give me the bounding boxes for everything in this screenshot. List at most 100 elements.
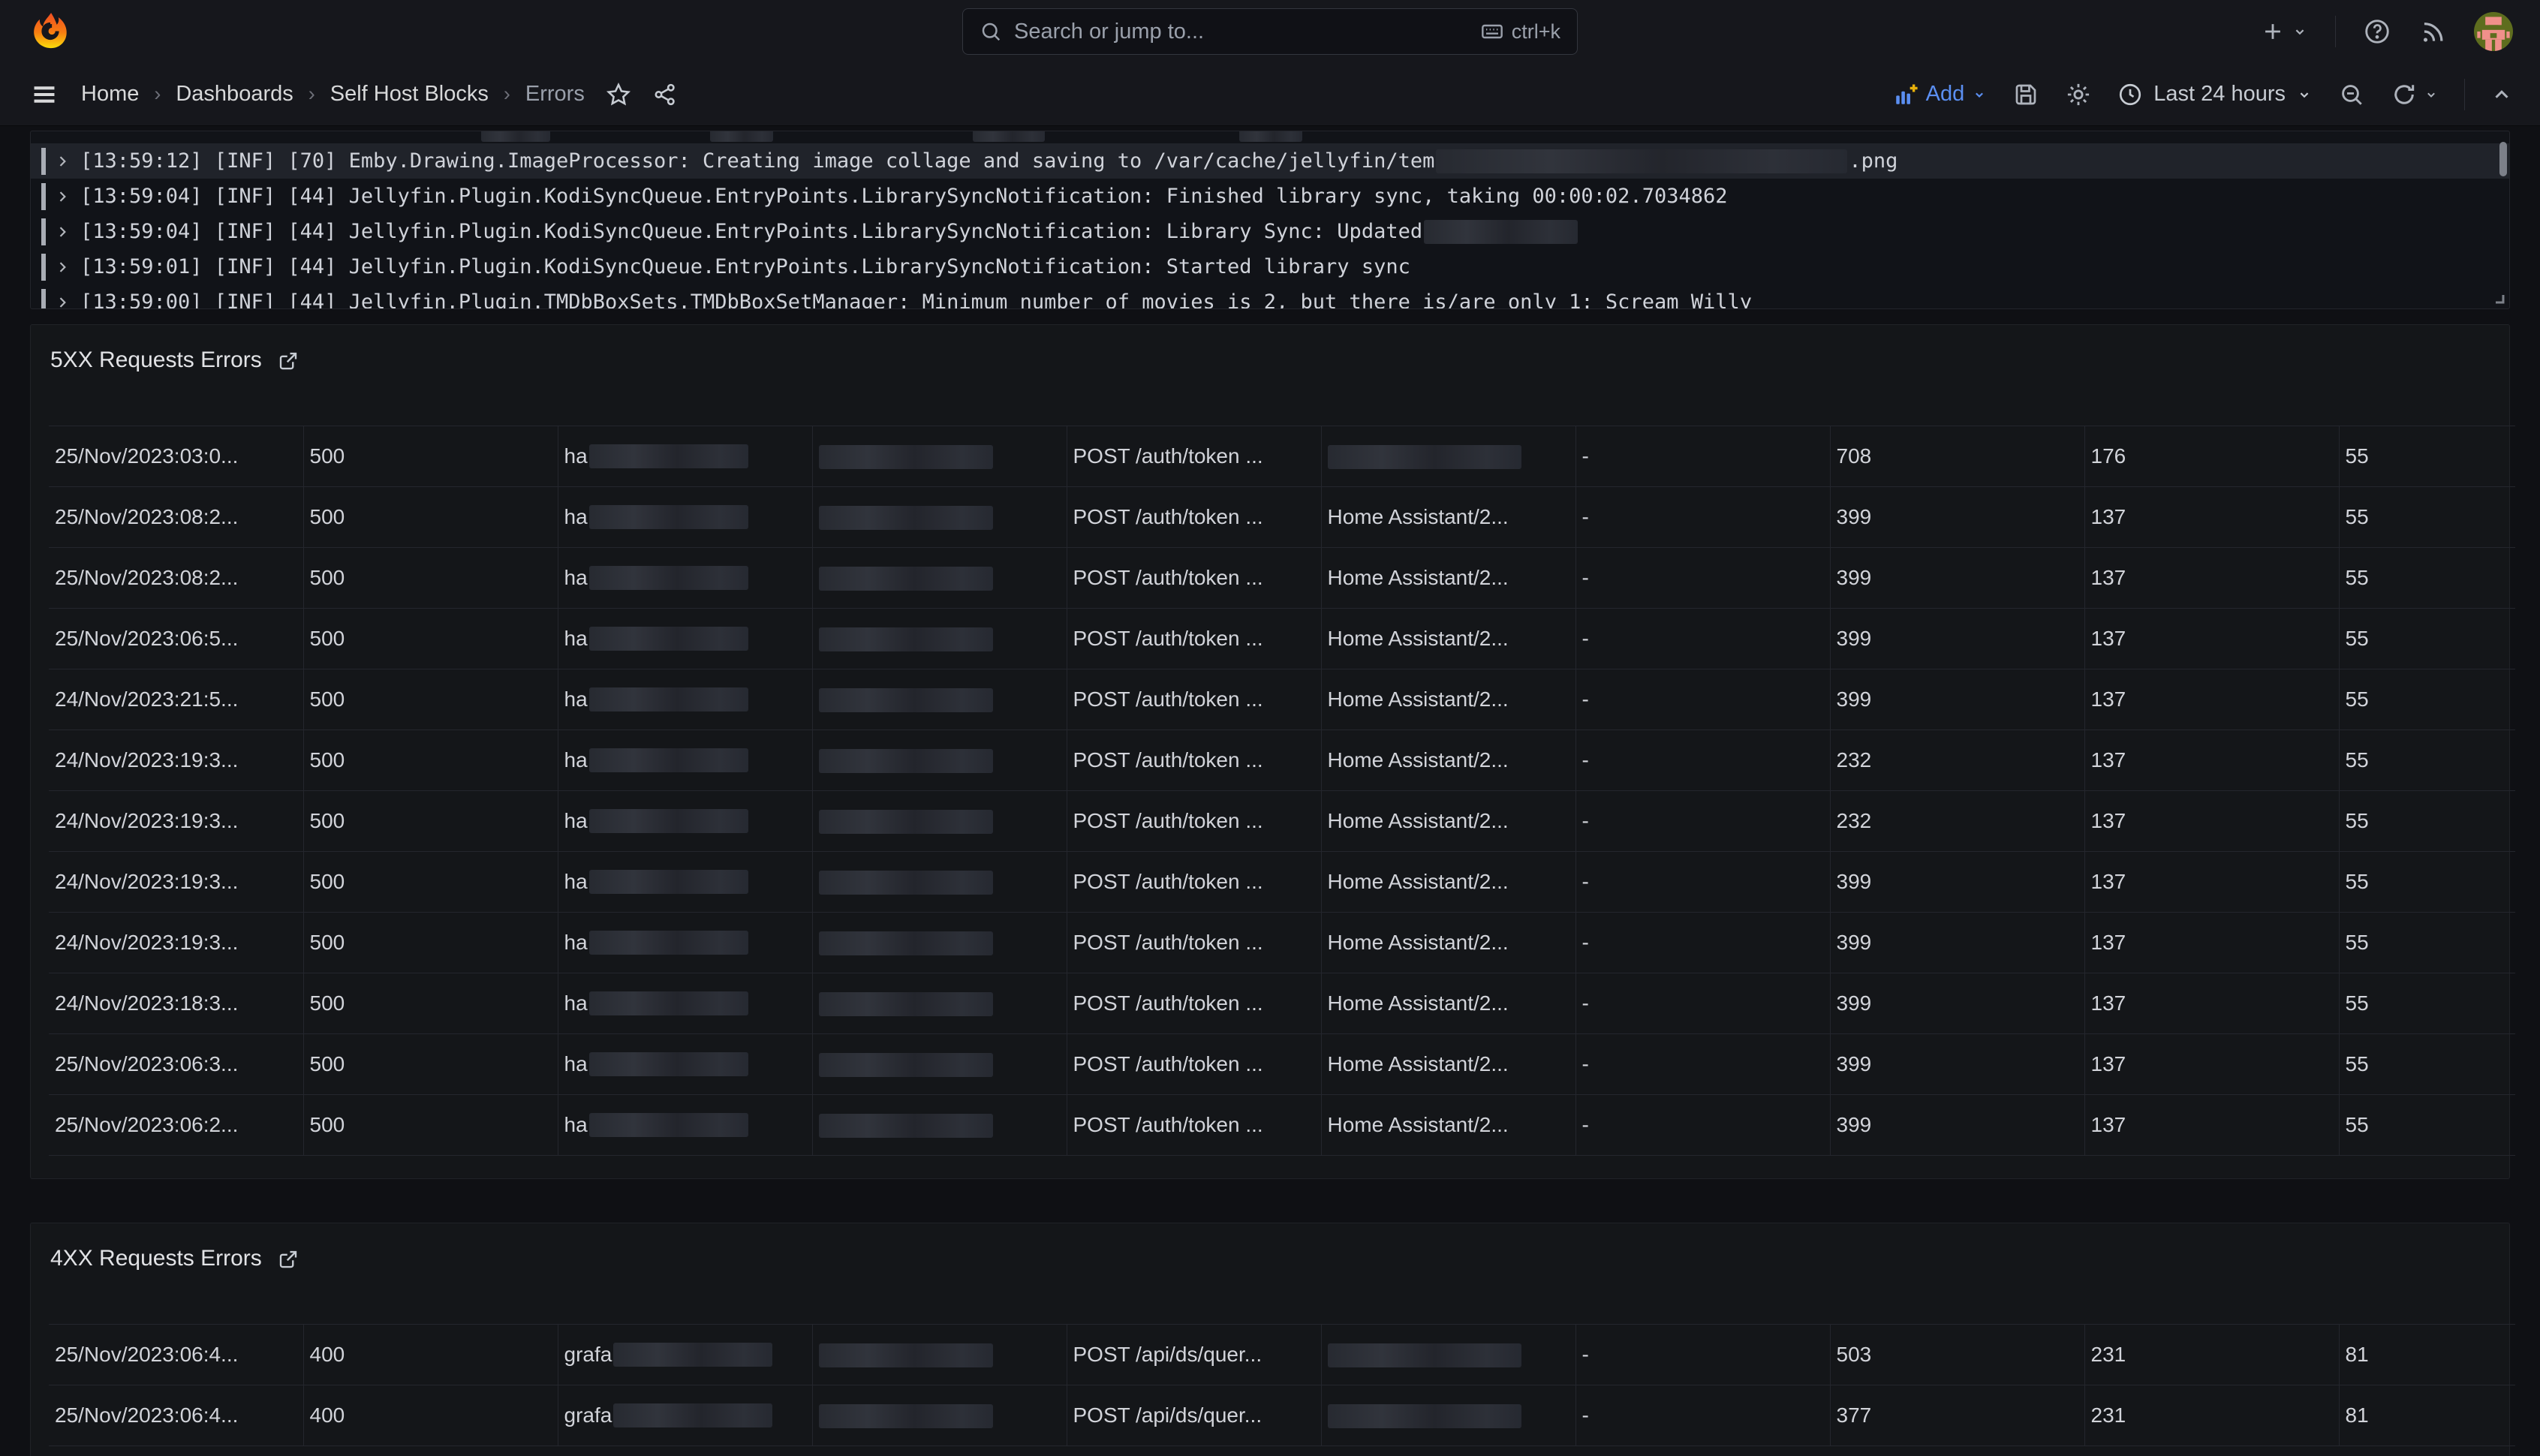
- gear-icon: [2065, 81, 2092, 108]
- news-button[interactable]: [2418, 17, 2447, 46]
- cell-remote-addr: [812, 852, 1067, 913]
- grafana-logo-icon[interactable]: [30, 11, 71, 52]
- column-header[interactable]: [2339, 1291, 2515, 1325]
- log-row[interactable]: [13:59:04] [INF] [44] Jellyfin.Plugin.Ko…: [31, 214, 2509, 249]
- cell-remote-addr: [812, 487, 1067, 548]
- new-menu-button[interactable]: [2260, 19, 2308, 44]
- cell-remote-user: -: [1575, 791, 1830, 852]
- expand-chevron-icon[interactable]: [55, 224, 70, 239]
- cell-status: 500: [303, 730, 558, 791]
- expand-chevron-icon[interactable]: [55, 260, 70, 275]
- log-rows: [13:59:12] [INF] [70] Emby.Drawing.Image…: [31, 143, 2509, 309]
- zoom-out-time-button[interactable]: [2338, 81, 2365, 108]
- cell-server-name: ha: [558, 791, 812, 852]
- table-row: 25/Nov/2023:08:2... 500 ha POST /auth/to…: [49, 487, 2515, 548]
- refresh-button[interactable]: [2391, 81, 2439, 108]
- cell-time-local: 25/Nov/2023:06:5...: [49, 609, 303, 669]
- column-header[interactable]: [303, 393, 558, 426]
- save-icon: [2012, 81, 2039, 108]
- cell-status: 500: [303, 791, 558, 852]
- cell-server-name: ha: [558, 730, 812, 791]
- column-header[interactable]: [49, 393, 303, 426]
- redaction-box: [589, 809, 748, 833]
- time-range-picker[interactable]: Last 24 hours: [2117, 82, 2313, 107]
- cell-status: 500: [303, 1095, 558, 1156]
- column-header[interactable]: [1321, 393, 1575, 426]
- expand-chevron-icon[interactable]: [55, 154, 70, 169]
- redaction-box: [1328, 445, 1521, 469]
- cell-body-bytes-sent: 55: [2339, 973, 2515, 1034]
- panel-resize-handle[interactable]: [2493, 292, 2506, 305]
- log-row[interactable]: [13:59:12] [INF] [70] Emby.Drawing.Image…: [31, 143, 2509, 179]
- user-avatar[interactable]: [2474, 12, 2513, 51]
- cell-server-name: ha: [558, 426, 812, 487]
- search-input[interactable]: Search or jump to... ctrl+k: [962, 8, 1578, 55]
- cell-user-agent: Home Assistant/2...: [1321, 669, 1575, 730]
- column-header[interactable]: [1321, 1291, 1575, 1325]
- mega-menu-toggle[interactable]: [30, 80, 59, 109]
- column-header[interactable]: [2084, 393, 2339, 426]
- save-dashboard-button[interactable]: [2012, 81, 2039, 108]
- breadcrumb-folder[interactable]: Self Host Blocks: [330, 82, 489, 107]
- column-header[interactable]: [1067, 393, 1321, 426]
- redaction-box: [589, 444, 748, 468]
- dashboard-settings-button[interactable]: [2065, 81, 2092, 108]
- table-row: 24/Nov/2023:21:5... 500 ha POST /auth/to…: [49, 669, 2515, 730]
- external-link-icon[interactable]: [277, 1248, 299, 1271]
- column-header[interactable]: [1067, 1291, 1321, 1325]
- cell-request-length: 232: [1830, 791, 2084, 852]
- redaction-box: [589, 1052, 748, 1076]
- log-row[interactable]: [13:59:01] [INF] [44] Jellyfin.Plugin.Ko…: [31, 249, 2509, 284]
- log-row[interactable]: [13:59:04] [INF] [44] Jellyfin.Plugin.Ko…: [31, 179, 2509, 214]
- cell-server-name: ha: [558, 548, 812, 609]
- cell-user-agent: Home Assistant/2...: [1321, 487, 1575, 548]
- column-header[interactable]: [812, 393, 1067, 426]
- share-icon[interactable]: [652, 82, 678, 107]
- column-header[interactable]: [558, 393, 812, 426]
- log-row[interactable]: [13:59:00] [INF] [44] Jellyfin.Plugin.TM…: [31, 284, 2509, 309]
- external-link-icon[interactable]: [277, 350, 299, 372]
- panel-5xx-requests-errors: 5XX Requests Errors 25/Nov/2023:03:0... …: [30, 324, 2510, 1179]
- star-icon[interactable]: [606, 82, 631, 107]
- redaction-box: [589, 870, 748, 894]
- cell-bytes-sent: 231: [2084, 1385, 2339, 1446]
- column-header[interactable]: [812, 1291, 1067, 1325]
- column-header[interactable]: [558, 1291, 812, 1325]
- breadcrumb-dashboards[interactable]: Dashboards: [176, 82, 293, 107]
- redaction-box: [481, 131, 550, 142]
- redaction-box: [589, 1113, 748, 1137]
- cell-time-local: 25/Nov/2023:06:4...: [49, 1385, 303, 1446]
- column-header[interactable]: [2339, 393, 2515, 426]
- cell-remote-addr: [812, 913, 1067, 973]
- scrollbar-thumb[interactable]: [2499, 142, 2507, 176]
- log-row-partial: [31, 131, 2509, 143]
- column-header[interactable]: [303, 1291, 558, 1325]
- breadcrumb-current: Errors: [525, 82, 585, 107]
- expand-chevron-icon[interactable]: [55, 295, 70, 310]
- cell-user-agent: Home Assistant/2...: [1321, 913, 1575, 973]
- cell-server-name: ha: [558, 669, 812, 730]
- cell-body-bytes-sent: 81: [2339, 1325, 2515, 1385]
- cell-remote-addr: [812, 669, 1067, 730]
- breadcrumb-home[interactable]: Home: [81, 82, 139, 107]
- cell-user-agent: Home Assistant/2...: [1321, 609, 1575, 669]
- cell-request-length: 232: [1830, 730, 2084, 791]
- cell-status: 500: [303, 1034, 558, 1095]
- add-panel-button[interactable]: Add: [1893, 82, 1988, 107]
- cell-request-length: 399: [1830, 609, 2084, 669]
- column-header[interactable]: [1830, 393, 2084, 426]
- column-header[interactable]: [1830, 1291, 2084, 1325]
- column-header[interactable]: [2084, 1291, 2339, 1325]
- column-header[interactable]: [1575, 1291, 1830, 1325]
- cell-request-length: 399: [1830, 487, 2084, 548]
- expand-chevron-icon[interactable]: [55, 189, 70, 204]
- cell-bytes-sent: 231: [2084, 1325, 2339, 1385]
- collapse-controls-button[interactable]: [2490, 83, 2513, 106]
- cell-status: 500: [303, 973, 558, 1034]
- log-level-bar: [41, 148, 46, 175]
- help-button[interactable]: [2363, 17, 2391, 46]
- cell-server-name: grafa: [558, 1325, 812, 1385]
- redaction-box: [1328, 1404, 1521, 1428]
- column-header[interactable]: [1575, 393, 1830, 426]
- column-header[interactable]: [49, 1291, 303, 1325]
